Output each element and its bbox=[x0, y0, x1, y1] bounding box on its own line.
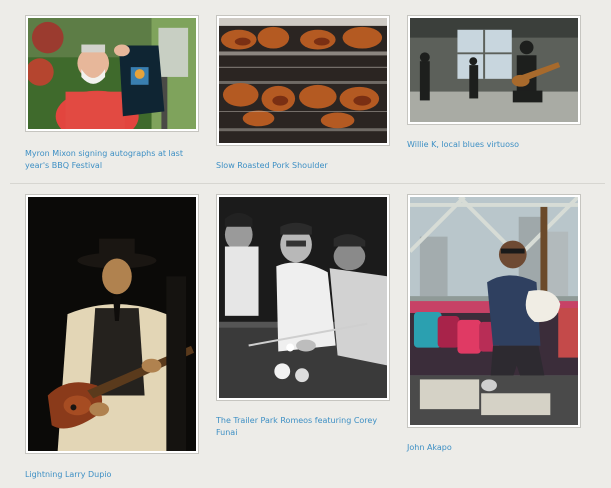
roasted-pork-grill-icon bbox=[219, 18, 387, 143]
guitarist-on-couch-icon bbox=[410, 197, 578, 425]
photo-caption[interactable]: The Trailer Park Romeos featuring Corey … bbox=[216, 415, 391, 439]
photo-caption[interactable]: Lightning Larry Dupio bbox=[25, 469, 205, 481]
band-on-rooftop-icon bbox=[410, 18, 578, 122]
photo-caption[interactable]: John Akapo bbox=[407, 442, 587, 454]
photo-caption[interactable]: Myron Mixon signing autographs at last y… bbox=[25, 148, 205, 172]
gallery-photo[interactable] bbox=[216, 194, 390, 401]
gallery-photo[interactable] bbox=[407, 194, 581, 428]
gallery-photo[interactable] bbox=[25, 15, 199, 132]
guitarist-in-hat-icon bbox=[28, 197, 196, 451]
gallery-photo[interactable] bbox=[216, 15, 390, 146]
man-holding-shirt-icon bbox=[28, 18, 196, 129]
photo-caption[interactable]: Slow Roasted Pork Shoulder bbox=[216, 160, 396, 172]
gallery-photo[interactable] bbox=[407, 15, 581, 125]
photo-caption[interactable]: Willie K, local blues virtuoso bbox=[407, 139, 587, 151]
pool-table-trio-icon bbox=[219, 197, 387, 398]
photo-gallery: Myron Mixon signing autographs at last y… bbox=[0, 0, 611, 488]
row-divider bbox=[10, 183, 605, 184]
gallery-photo[interactable] bbox=[25, 194, 199, 454]
